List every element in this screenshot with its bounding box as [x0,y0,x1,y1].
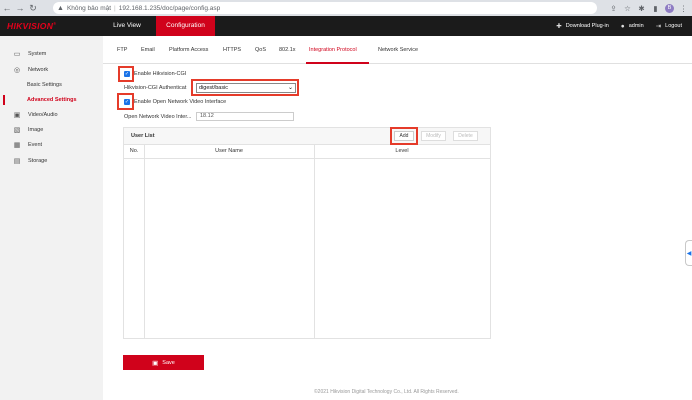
active-tab-underline [306,62,369,64]
sidebar-item-label: Image [28,127,44,133]
column-header-level: Level [395,148,409,154]
tab-802-1x[interactable]: 802.1x [279,47,296,53]
column-divider [314,145,315,339]
header-divider [124,158,490,159]
app-header: HIKVISION® Live View Configuration ✚ Dow… [0,16,692,36]
user-table: No. User Name Level [123,145,491,339]
download-plugin-link[interactable]: ✚ Download Plug-in [556,22,609,30]
bookmark-star-icon[interactable]: ☆ [623,4,632,13]
sidebar-item-advanced-settings[interactable]: Advanced Settings [0,93,103,107]
video-camera-icon: ▣ [13,112,21,119]
column-divider [144,145,145,339]
column-header-user-name: User Name [215,148,243,154]
url-text: 192.168.1.235/doc/page/config.asp [118,4,221,12]
save-label: Save [162,359,175,366]
sidebar-item-network[interactable]: ◎ Network [0,63,103,77]
globe-icon: ◎ [13,67,21,74]
save-button[interactable]: ▣ Save [123,355,204,370]
user-list-title: User List [131,133,155,139]
user-icon: ● [620,22,625,30]
menu-kebab-icon[interactable]: ⋮ [679,4,688,13]
tab-ftp[interactable]: FTP [117,47,127,53]
column-header-no: No. [129,148,139,154]
browser-actions: ⇪ ☆ ✱ ▮ B ⋮ [609,2,688,14]
sidebar-item-video-audio[interactable]: ▣ Video/Audio [0,108,103,122]
side-panel-handle[interactable]: ◀ [685,240,692,266]
cgi-auth-label: Hikvision-CGI Authenticat [124,85,187,91]
back-icon[interactable]: ← [1,2,13,14]
user-name: admin [628,23,644,29]
delete-button[interactable]: Delete [453,131,478,141]
sidebar-item-storage[interactable]: ▤ Storage [0,154,103,168]
floppy-disk-icon: ▣ [152,359,159,367]
highlight-box [117,93,134,110]
enable-cgi-label: Enable Hikvision-CGI [134,71,187,77]
subtab-bar: FTP Email Platform Access HTTPS QoS 802.… [103,36,692,64]
sidebar-item-event[interactable]: ▦ Event [0,138,103,152]
tab-email[interactable]: Email [141,47,155,53]
highlight-box [390,127,418,145]
sidebar-item-label: Network [28,67,49,73]
tab-configuration[interactable]: Configuration [156,16,215,36]
highlight-box [191,79,299,96]
tab-https[interactable]: HTTPS [223,47,241,53]
sidebar: ▭ System ◎ Network Basic Settings Advanc… [0,36,103,400]
forward-icon[interactable]: → [14,2,26,14]
address-bar[interactable]: ▲ Không bảo mật | 192.168.1.235/doc/page… [53,2,597,14]
image-icon: ▧ [13,127,21,134]
logout-label: Logout [665,23,682,29]
sidebar-item-label: Basic Settings [27,82,62,88]
sidebar-item-image[interactable]: ▧ Image [0,123,103,137]
active-indicator [3,95,5,105]
header-actions: ✚ Download Plug-in ● admin ⇥ Logout [548,16,682,36]
extensions-icon[interactable]: ✱ [637,4,646,13]
sidebar-item-system[interactable]: ▭ System [0,47,103,61]
sidepanel-icon[interactable]: ▮ [651,4,660,13]
enable-onvif-label: Enable Open Network Video Interface [134,99,227,105]
tab-qos[interactable]: QoS [255,47,266,53]
copyright-footer: ©2021 Hikvision Digital Technology Co., … [314,389,459,395]
security-status: Không bảo mật [66,4,112,12]
logout-link[interactable]: ⇥ Logout [656,22,682,30]
profile-avatar[interactable]: B [665,3,674,13]
share-icon[interactable]: ⇪ [609,4,618,13]
tab-network-service[interactable]: Network Service [378,47,418,53]
warning-icon: ▲ [57,4,64,12]
user-menu[interactable]: ● admin [621,23,644,30]
onvif-version-field[interactable]: 18.12 [196,112,294,121]
system-icon: ▭ [13,51,21,58]
sidebar-item-label: Video/Audio [28,112,58,118]
download-plugin-label: Download Plug-in [565,23,609,29]
sidebar-item-label: Event [28,142,43,148]
puzzle-icon: ✚ [556,23,562,30]
sidebar-item-basic-settings[interactable]: Basic Settings [0,78,103,92]
calendar-icon: ▦ [13,142,21,149]
sidebar-item-label: System [28,51,47,57]
onvif-version-label: Open Network Video Inter... [124,114,192,120]
reload-icon[interactable]: ↻ [27,2,39,14]
tab-integration-protocol[interactable]: Integration Protocol [309,47,357,53]
storage-icon: ▤ [13,158,21,165]
hikvision-logo: HIKVISION® [7,21,57,31]
highlight-box [118,66,134,82]
sidebar-item-label: Storage [28,158,48,164]
logout-icon: ⇥ [655,23,662,30]
tab-platform-access[interactable]: Platform Access [169,47,208,53]
sidebar-item-label: Advanced Settings [27,97,77,103]
tab-live-view[interactable]: Live View [104,16,150,36]
divider: | [114,4,116,12]
modify-button[interactable]: Modify [421,131,446,141]
